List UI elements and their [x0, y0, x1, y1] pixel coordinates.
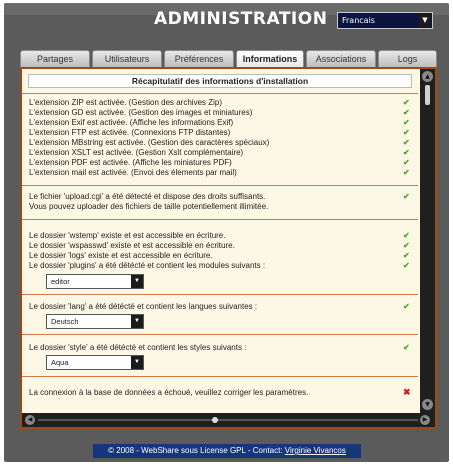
chevron-down-icon[interactable]: ▼ — [131, 356, 143, 369]
check-icon: ✔ — [403, 158, 410, 167]
style-select-value: Aqua — [51, 358, 69, 367]
chevron-down-icon[interactable]: ▼ — [131, 275, 143, 288]
tab-preferences[interactable]: Préférences — [164, 50, 234, 67]
lang-select[interactable]: Deutsch ▼ — [46, 314, 144, 329]
extension-line: L'extension mail est activée. (Envoi des… — [29, 168, 237, 177]
page-title: ADMINISTRATION — [154, 9, 328, 29]
divider — [22, 334, 418, 335]
check-icon: ✔ — [403, 138, 410, 147]
chevron-down-icon[interactable]: ▼ — [131, 315, 143, 328]
tab-utilisateurs[interactable]: Utilisateurs — [92, 50, 162, 67]
scroll-thumb[interactable] — [212, 417, 218, 423]
plugins-select[interactable]: editor ▼ — [46, 274, 144, 289]
plugins-select-value: editor — [51, 277, 70, 286]
scroll-thumb[interactable] — [425, 85, 430, 105]
folder-line: Le dossier 'wspasswd' existe et est acce… — [29, 241, 235, 250]
folder-line: Le dossier 'wstemp' existe et est access… — [29, 231, 226, 240]
check-icon: ✔ — [403, 241, 410, 250]
extension-line: L'extension ZIP est activée. (Gestion de… — [29, 98, 223, 107]
check-icon: ✔ — [403, 302, 410, 311]
horizontal-scrollbar[interactable]: ◀ ▶ — [22, 413, 435, 427]
scroll-left-icon[interactable]: ◀ — [25, 415, 35, 425]
divider — [22, 185, 418, 186]
recap-heading: Récapitulatif des informations d'install… — [28, 74, 412, 88]
divider — [22, 93, 418, 94]
extension-line: L'extension MBstring est activée. (Gesti… — [29, 138, 270, 147]
extension-line: L'extension GD est activée. (Gestion des… — [29, 108, 253, 117]
tab-bar: Partages Utilisateurs Préférences Inform… — [20, 50, 437, 68]
check-icon: ✔ — [403, 231, 410, 240]
upload-line: Vous pouvez uploader des fichiers de tai… — [29, 202, 269, 211]
tab-informations[interactable]: Informations — [236, 50, 304, 68]
check-icon: ✔ — [403, 118, 410, 127]
tab-associations[interactable]: Associations — [306, 50, 376, 67]
extension-line: L'extension PDF est activée. (Affiche le… — [29, 158, 232, 167]
folder-line: Le dossier 'plugins' a été détécté et co… — [29, 261, 266, 270]
check-icon: ✔ — [403, 108, 410, 117]
tab-logs[interactable]: Logs — [378, 50, 437, 67]
extension-line: L'extension FTP est activée. (Connexions… — [29, 128, 231, 137]
vertical-scrollbar[interactable]: ▲ ▼ — [420, 69, 435, 413]
lang-select-value: Deutsch — [51, 317, 79, 326]
scroll-track[interactable] — [38, 419, 418, 421]
contact-link[interactable]: Virginie Vivancos — [285, 446, 346, 455]
folder-line: Le dossier 'logs' existe et est accessib… — [29, 251, 213, 260]
divider — [22, 294, 418, 295]
language-select[interactable]: Francais ▼ — [337, 12, 433, 29]
check-icon: ✔ — [403, 168, 410, 177]
style-select[interactable]: Aqua ▼ — [46, 355, 144, 370]
scroll-down-icon[interactable]: ▼ — [422, 399, 433, 410]
scroll-up-icon[interactable]: ▲ — [422, 71, 433, 82]
error-icon: ✖ — [403, 387, 411, 397]
check-icon: ✔ — [403, 148, 410, 157]
style-line: Le dossier 'style' a été détécté et cont… — [29, 343, 247, 352]
upload-line: Le fichier 'upload.cgi' a été détecté et… — [29, 192, 266, 201]
info-content: Récapitulatif des informations d'install… — [22, 69, 418, 413]
scroll-right-icon[interactable]: ▶ — [420, 415, 430, 425]
check-icon: ✔ — [403, 261, 410, 270]
divider — [22, 376, 418, 377]
app-window: ADMINISTRATION Francais ▼ Partages Utili… — [4, 3, 449, 462]
divider — [22, 219, 418, 220]
tab-partages[interactable]: Partages — [20, 50, 90, 67]
extension-line: L'extension XSLT est activée. (Gestion X… — [29, 148, 244, 157]
extension-line: L'extension Exif est activée. (Affiche l… — [29, 118, 234, 127]
check-icon: ✔ — [403, 98, 410, 107]
check-icon: ✔ — [403, 192, 410, 201]
check-icon: ✔ — [403, 128, 410, 137]
footer-text: © 2008 - WebShare sous License GPL - Con… — [108, 446, 285, 455]
footer: © 2008 - WebShare sous License GPL - Con… — [93, 444, 361, 458]
language-value: Francais — [342, 16, 375, 25]
check-icon: ✔ — [403, 251, 410, 260]
info-panel: Récapitulatif des informations d'install… — [20, 67, 437, 429]
chevron-down-icon[interactable]: ▼ — [419, 14, 431, 27]
lang-line: Le dossier 'lang' a été détécté et conti… — [29, 302, 258, 311]
check-icon: ✔ — [403, 343, 410, 352]
db-error-line: La connexion à la base de données a écho… — [29, 388, 309, 397]
